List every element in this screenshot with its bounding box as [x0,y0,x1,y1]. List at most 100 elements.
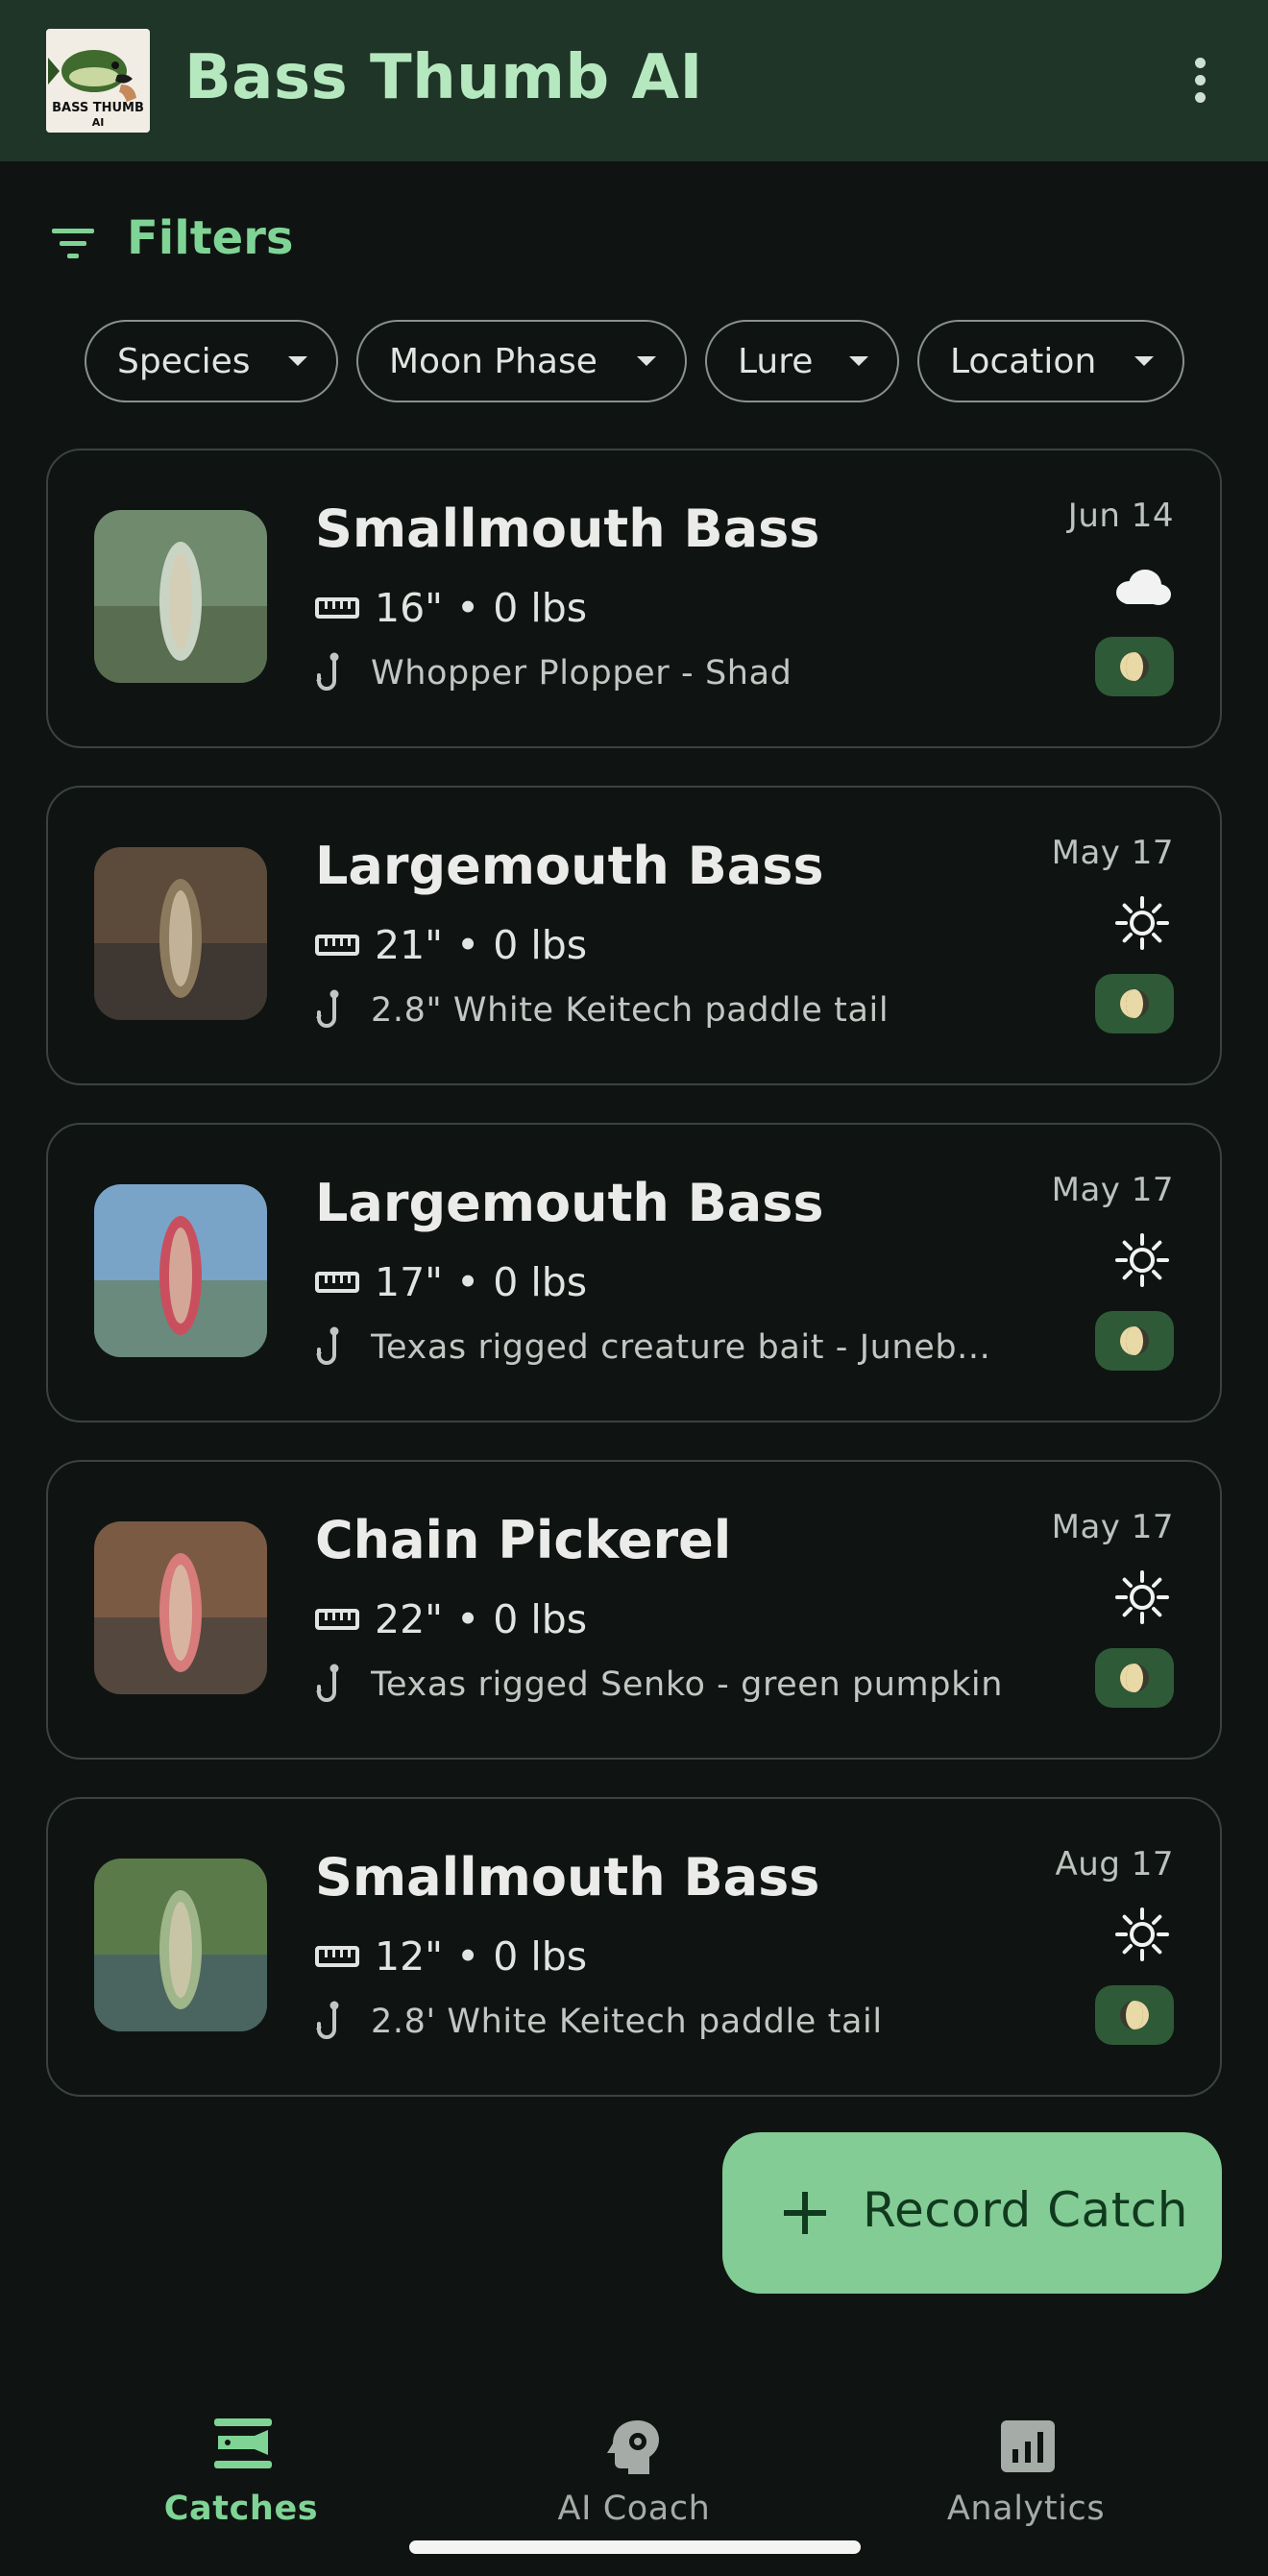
moon-icon [1120,652,1149,681]
catch-lure-text: Texas rigged Senko - green pumpkin [371,1665,1004,1704]
dropdown-arrow-icon [637,356,656,366]
catch-species: Smallmouth Bass [315,498,820,559]
filter-chip-species[interactable]: Species [85,320,338,402]
catch-card[interactable]: Chain Pickerel 22" • 0 lbs Texas rigged … [46,1460,1222,1760]
catch-lure: Texas rigged creature bait - Juneb... [315,1326,1045,1369]
sun-icon [1110,1566,1174,1629]
ruler-icon [315,1609,359,1630]
chip-label: Moon Phase [389,341,597,381]
catch-length: 17" [375,1259,444,1305]
catch-card[interactable]: Largemouth Bass 17" • 0 lbs Texas rigged… [46,1123,1222,1422]
nav-item-ai-coach[interactable]: AI Coach [490,2378,778,2532]
svg-text:AI: AI [92,116,105,129]
catch-weight: 0 lbs [493,1596,588,1642]
hook-icon [316,1326,339,1365]
catch-length: 21" [375,922,444,968]
sun-icon [1110,1903,1174,1966]
separator-dot: • [456,1933,480,1980]
catch-measurements: 17" • 0 lbs [315,1259,587,1305]
fish-icon [214,2418,272,2468]
catch-date: May 17 [1051,834,1174,872]
chip-label: Species [117,341,251,381]
moon-icon [1120,989,1149,1018]
catch-lure-text: Texas rigged creature bait - Juneb... [371,1328,991,1367]
catch-length: 12" [375,1933,444,1980]
catch-length: 22" [375,1596,444,1642]
chip-label: Lure [738,341,814,381]
moon-icon [1120,2001,1149,2029]
catch-lure: Whopper Plopper - Shad [315,652,1045,694]
filter-chip-moon-phase[interactable]: Moon Phase [356,320,687,402]
chip-label: Location [950,341,1097,381]
catch-measurements: 12" • 0 lbs [315,1933,587,1980]
hook-icon [316,989,339,1028]
catch-lure-text: 2.8' White Keitech paddle tail [371,2003,883,2041]
moon-phase-badge [1095,1985,1174,2045]
catch-card[interactable]: Largemouth Bass 21" • 0 lbs 2.8" White K… [46,786,1222,1085]
nav-label: AI Coach [557,2490,711,2528]
catch-lure: 2.8' White Keitech paddle tail [315,2001,1045,2043]
sun-icon [1110,891,1174,955]
app-bar: BASS THUMB AI Bass Thumb AI [0,0,1268,161]
analytics-icon [1001,2420,1055,2472]
add-icon [784,2192,826,2234]
record-catch-button[interactable]: Record Catch [722,2132,1222,2294]
catch-photo [94,1184,267,1357]
catch-lure: 2.8" White Keitech paddle tail [315,989,1045,1032]
catch-lure: Texas rigged Senko - green pumpkin [315,1664,1045,1706]
nav-label: Catches [163,2490,319,2528]
separator-dot: • [456,1259,480,1305]
moon-icon [1120,1664,1149,1692]
moon-phase-badge [1095,974,1174,1033]
separator-dot: • [456,1596,480,1642]
filter-list-icon[interactable] [50,213,98,271]
ruler-icon [315,935,359,956]
catch-photo [94,1521,267,1694]
catch-weight: 0 lbs [493,922,588,968]
catch-weight: 0 lbs [493,1259,588,1305]
filter-chip-location[interactable]: Location [917,320,1184,402]
dropdown-arrow-icon [1134,356,1154,366]
ruler-icon [315,597,359,619]
catch-photo [94,510,267,683]
filter-chip-lure[interactable]: Lure [705,320,899,402]
catch-card[interactable]: Smallmouth Bass 16" • 0 lbs Whopper Plop… [46,449,1222,748]
nav-item-catches[interactable]: Catches [97,2378,385,2532]
catch-species: Largemouth Bass [315,836,824,896]
dropdown-arrow-icon [288,356,307,366]
app-title: Bass Thumb AI [184,42,703,113]
catch-card[interactable]: Smallmouth Bass 12" • 0 lbs 2.8' White K… [46,1797,1222,2097]
catch-length: 16" [375,585,444,631]
catch-lure-text: Whopper Plopper - Shad [371,654,792,693]
hook-icon [316,2001,339,2039]
catch-weight: 0 lbs [493,585,588,631]
catch-date: May 17 [1051,1508,1174,1546]
hook-icon [316,652,339,691]
moon-phase-badge [1095,1311,1174,1371]
catch-species: Chain Pickerel [315,1510,732,1570]
moon-icon [1120,1326,1149,1355]
catch-weight: 0 lbs [493,1933,588,1980]
sun-icon [1110,1228,1174,1292]
catch-measurements: 16" • 0 lbs [315,585,587,631]
app-logo: BASS THUMB AI [46,29,150,133]
home-indicator [409,2540,861,2554]
catch-species: Largemouth Bass [315,1173,824,1233]
catch-date: Jun 14 [1067,497,1174,535]
dropdown-arrow-icon [849,356,868,366]
nav-item-analytics[interactable]: Analytics [882,2378,1170,2532]
psychology-icon [607,2420,659,2474]
record-catch-label: Record Catch [863,2182,1188,2238]
hook-icon [316,1664,339,1702]
separator-dot: • [456,922,480,968]
ruler-icon [315,1946,359,1967]
filters-heading[interactable]: Filters [127,211,293,265]
catch-species: Smallmouth Bass [315,1847,820,1908]
ruler-icon [315,1272,359,1293]
catch-date: Aug 17 [1055,1845,1174,1883]
catch-measurements: 22" • 0 lbs [315,1596,587,1642]
catch-lure-text: 2.8" White Keitech paddle tail [371,991,890,1030]
nav-label: Analytics [946,2490,1106,2528]
cloud-icon [1110,554,1174,618]
more-vert-icon[interactable] [1176,52,1224,109]
